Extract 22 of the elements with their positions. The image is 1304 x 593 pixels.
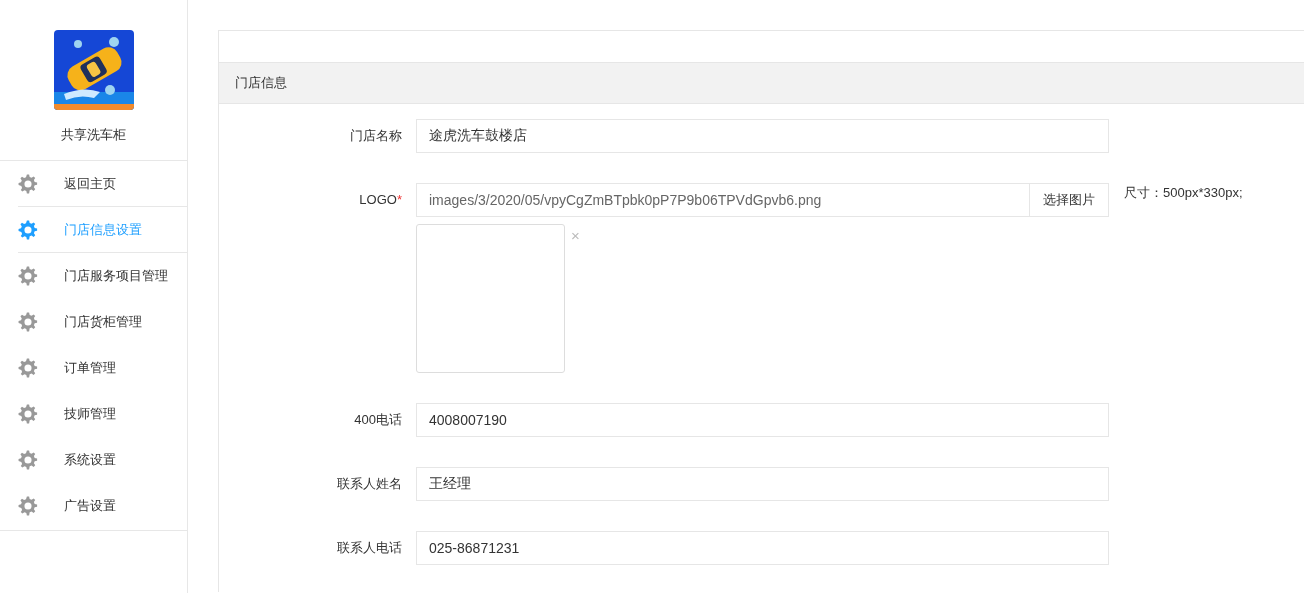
field-label: 400电话 (354, 412, 402, 427)
field-label: 联系人电话 (337, 540, 402, 555)
field-label: LOGO (359, 192, 397, 207)
menu-item[interactable]: 门店货柜管理 (18, 299, 187, 345)
field-label: 联系人姓名 (337, 476, 402, 491)
app-name: 共享洗车柜 (61, 127, 126, 143)
required-mark: * (396, 192, 402, 207)
size-hint: 尺寸：500px*330px; (1124, 184, 1243, 202)
input-field[interactable]: images/3/2020/05/vpyCgZmBTpbk0pP7P9b06TPVdGpvb6.png (416, 183, 1030, 217)
menu-item[interactable]: 系统设置 (18, 437, 187, 483)
input-field[interactable]: 4008007190 (416, 403, 1109, 437)
field-label: 门店名称 (350, 128, 402, 143)
menu-item[interactable]: 技师管理 (18, 391, 187, 437)
input-field[interactable]: 王经理 (416, 467, 1109, 501)
menu-item[interactable]: 广告设置 (18, 483, 187, 529)
input-field[interactable]: 025-86871231 (416, 531, 1109, 565)
menu-item[interactable]: 门店服务项目管理 (18, 253, 187, 299)
menu-item[interactable]: 订单管理 (18, 345, 187, 391)
panel-title: 门店信息 (219, 62, 1304, 104)
input-field[interactable]: 途虎洗车鼓楼店 (416, 119, 1109, 153)
choose-image-button[interactable]: 选择图片 (1030, 183, 1109, 217)
menu-item[interactable]: 返回主页 (18, 161, 187, 207)
